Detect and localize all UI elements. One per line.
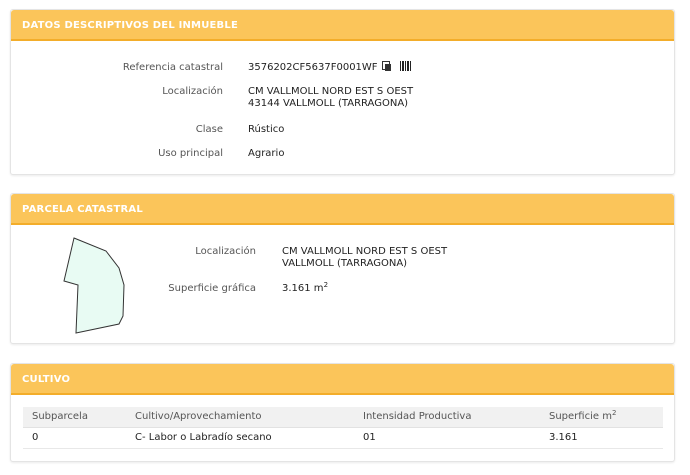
col-superficie-text: Superficie m [549, 411, 612, 423]
parcel-plot-shape[interactable] [61, 234, 141, 334]
referencia-label: Referencia catastral [122, 62, 223, 73]
copy-icon[interactable] [381, 61, 391, 71]
parcel-polygon[interactable] [63, 237, 125, 334]
cell-intensidad: 01 [354, 427, 540, 449]
referencia-value[interactable]: 3576202CF5637F0001WF [248, 62, 378, 73]
superficie-grafica-label: Superficie gráfica [168, 283, 256, 294]
parcela-localizacion-line2: VALLMOLL (TARRAGONA) [282, 258, 408, 269]
cultivo-table-header-row: Subparcela Cultivo/Aprovechamiento Inten… [23, 407, 663, 428]
cell-subparcela: 0 [23, 427, 126, 449]
localizacion-line1: CM VALLMOLL NORD EST S OEST [248, 86, 414, 97]
superficie-unit-sup: 2 [323, 281, 329, 289]
col-cultivo: Cultivo/Aprovechamiento [126, 407, 354, 428]
datos-descriptivos-header: DATOS DESCRIPTIVOS DEL INMUEBLE [11, 10, 674, 41]
col-superficie: Superficie m2 [540, 407, 663, 428]
col-subparcela: Subparcela [23, 407, 126, 428]
col-superficie-sup: 2 [611, 409, 617, 418]
localizacion-label: Localización [162, 86, 223, 97]
uso-principal-value: Agrario [248, 148, 285, 159]
barcode-icon[interactable] [399, 61, 411, 71]
table-row: 0 C- Labor o Labradío secano 01 3.161 [23, 427, 663, 449]
localizacion-line2: 43144 VALLMOLL (TARRAGONA) [248, 98, 409, 109]
datos-descriptivos-panel: DATOS DESCRIPTIVOS DEL INMUEBLE Referenc… [10, 9, 675, 175]
cultivo-table: Subparcela Cultivo/Aprovechamiento Inten… [23, 407, 663, 449]
col-intensidad: Intensidad Productiva [354, 407, 540, 428]
clase-value: Rústico [248, 124, 285, 135]
superficie-value-text: 3.161 m [282, 283, 324, 294]
cultivo-header: CULTIVO [11, 364, 674, 395]
superficie-grafica-value: 3.161 m2 [282, 281, 329, 295]
cell-superficie: 3.161 [540, 427, 663, 449]
uso-principal-label: Uso principal [158, 148, 223, 159]
parcela-catastral-panel: PARCELA CATASTRAL Localización CM VALLMO… [10, 193, 675, 344]
cultivo-panel: CULTIVO Subparcela Cultivo/Aprovechamien… [10, 363, 675, 462]
parcela-localizacion-line1: CM VALLMOLL NORD EST S OEST [282, 246, 448, 257]
parcela-catastral-header: PARCELA CATASTRAL [11, 194, 674, 225]
cell-cultivo: C- Labor o Labradío secano [126, 427, 354, 449]
parcela-localizacion-label: Localización [195, 246, 256, 257]
clase-label: Clase [195, 124, 223, 135]
referencia-value-group: 3576202CF5637F0001WF [248, 61, 411, 74]
